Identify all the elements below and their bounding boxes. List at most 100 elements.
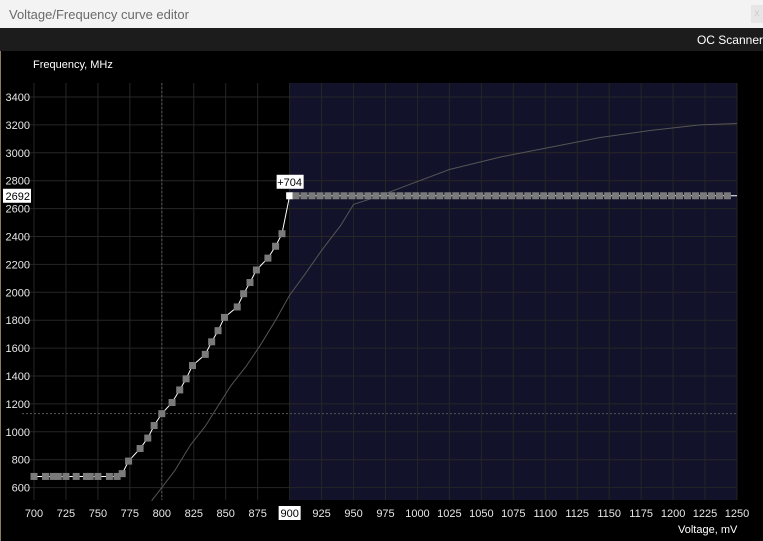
- curve-point[interactable]: [233, 303, 241, 311]
- x-tick-label: 775: [121, 508, 139, 520]
- curve-point[interactable]: [412, 192, 420, 200]
- curve-point[interactable]: [612, 192, 620, 200]
- curve-point[interactable]: [492, 192, 500, 200]
- x-tick-label: 1000: [405, 508, 429, 520]
- curve-point[interactable]: [420, 192, 428, 200]
- curve-point[interactable]: [516, 192, 524, 200]
- curve-point[interactable]: [292, 192, 300, 200]
- curve-point[interactable]: [675, 192, 683, 200]
- curve-point[interactable]: [699, 192, 707, 200]
- curve-point[interactable]: [150, 422, 158, 430]
- x-tick-label: 1125: [565, 508, 589, 520]
- curve-point[interactable]: [532, 192, 540, 200]
- x-tick-label: 1100: [533, 508, 557, 520]
- curve-point[interactable]: [620, 192, 628, 200]
- curve-point[interactable]: [201, 350, 209, 358]
- curve-point[interactable]: [136, 445, 144, 453]
- curve-point[interactable]: [691, 192, 699, 200]
- curve-point[interactable]: [252, 266, 260, 274]
- curve-point[interactable]: [316, 192, 324, 200]
- curve-point[interactable]: [240, 290, 248, 298]
- y-tick-label: 800: [12, 455, 30, 467]
- curve-point[interactable]: [220, 313, 228, 321]
- curve-point[interactable]: [556, 192, 564, 200]
- x-tick-label: 875: [249, 508, 267, 520]
- curve-point[interactable]: [324, 192, 332, 200]
- curve-point[interactable]: [30, 472, 38, 480]
- curve-point[interactable]: [707, 192, 715, 200]
- vf-curve-chart[interactable]: +704 600 800 1000 1200 1400 1600 1800 2000 2200 24…: [0, 0, 763, 541]
- curve-point[interactable]: [596, 192, 604, 200]
- curve-point[interactable]: [348, 192, 356, 200]
- curve-point[interactable]: [188, 362, 196, 370]
- x-tick-label: 1250: [725, 508, 749, 520]
- curve-point[interactable]: [628, 192, 636, 200]
- x-tick-label: 1150: [597, 508, 621, 520]
- curve-point[interactable]: [508, 192, 516, 200]
- x-tick-label: 825: [185, 508, 203, 520]
- curve-point[interactable]: [372, 192, 380, 200]
- curve-point[interactable]: [308, 192, 316, 200]
- curve-point[interactable]: [540, 192, 548, 200]
- curve-point[interactable]: [340, 192, 348, 200]
- curve-point[interactable]: [444, 192, 452, 200]
- curve-point[interactable]: [208, 338, 216, 346]
- y-tick-label: 1600: [6, 343, 30, 355]
- curve-point[interactable]: [468, 192, 476, 200]
- curve-point[interactable]: [118, 470, 126, 478]
- curve-point[interactable]: [62, 472, 70, 480]
- curve-point[interactable]: [652, 192, 660, 200]
- curve-point[interactable]: [214, 327, 222, 335]
- curve-point[interactable]: [168, 399, 176, 407]
- curve-point[interactable]: [246, 279, 254, 287]
- curve-point[interactable]: [667, 192, 675, 200]
- curve-point[interactable]: [660, 192, 668, 200]
- curve-point[interactable]: [452, 192, 460, 200]
- curve-point[interactable]: [428, 192, 436, 200]
- curve-point[interactable]: [364, 192, 372, 200]
- curve-point[interactable]: [683, 192, 691, 200]
- x-tick-label: 1175: [629, 508, 653, 520]
- curve-point[interactable]: [564, 192, 572, 200]
- x-tick-label: 1225: [693, 508, 717, 520]
- curve-point[interactable]: [332, 192, 340, 200]
- curve-point[interactable]: [264, 254, 272, 262]
- curve-point[interactable]: [500, 192, 508, 200]
- x-tick-label: 850: [217, 508, 235, 520]
- curve-point[interactable]: [404, 192, 412, 200]
- curve-point[interactable]: [125, 457, 133, 465]
- curve-point[interactable]: [272, 242, 280, 250]
- curve-point[interactable]: [182, 375, 190, 383]
- curve-point[interactable]: [572, 192, 580, 200]
- curve-point[interactable]: [524, 192, 532, 200]
- curve-point[interactable]: [715, 192, 723, 200]
- x-tick-label: 925: [312, 508, 330, 520]
- curve-point[interactable]: [484, 192, 492, 200]
- curve-point[interactable]: [723, 192, 731, 200]
- curve-point[interactable]: [588, 192, 596, 200]
- curve-point[interactable]: [300, 192, 308, 200]
- curve-point[interactable]: [42, 472, 50, 480]
- curve-point[interactable]: [548, 192, 556, 200]
- curve-point[interactable]: [94, 472, 102, 480]
- curve-point[interactable]: [388, 192, 396, 200]
- curve-point[interactable]: [54, 472, 62, 480]
- curve-point[interactable]: [644, 192, 652, 200]
- curve-point[interactable]: [604, 192, 612, 200]
- curve-point[interactable]: [476, 192, 484, 200]
- curve-point[interactable]: [396, 192, 404, 200]
- curve-point[interactable]: [72, 472, 80, 480]
- curve-point[interactable]: [158, 410, 166, 418]
- curve-point[interactable]: [86, 472, 94, 480]
- curve-point[interactable]: [278, 230, 286, 238]
- curve-point[interactable]: [105, 472, 113, 480]
- curve-point[interactable]: [380, 192, 388, 200]
- curve-point[interactable]: [144, 434, 152, 442]
- curve-point[interactable]: [356, 192, 364, 200]
- curve-point[interactable]: [176, 386, 184, 394]
- curve-point[interactable]: [580, 192, 588, 200]
- curve-point[interactable]: [460, 192, 468, 200]
- curve-point[interactable]: [436, 192, 444, 200]
- curve-point[interactable]: [636, 192, 644, 200]
- selected-curve-point[interactable]: [286, 192, 294, 200]
